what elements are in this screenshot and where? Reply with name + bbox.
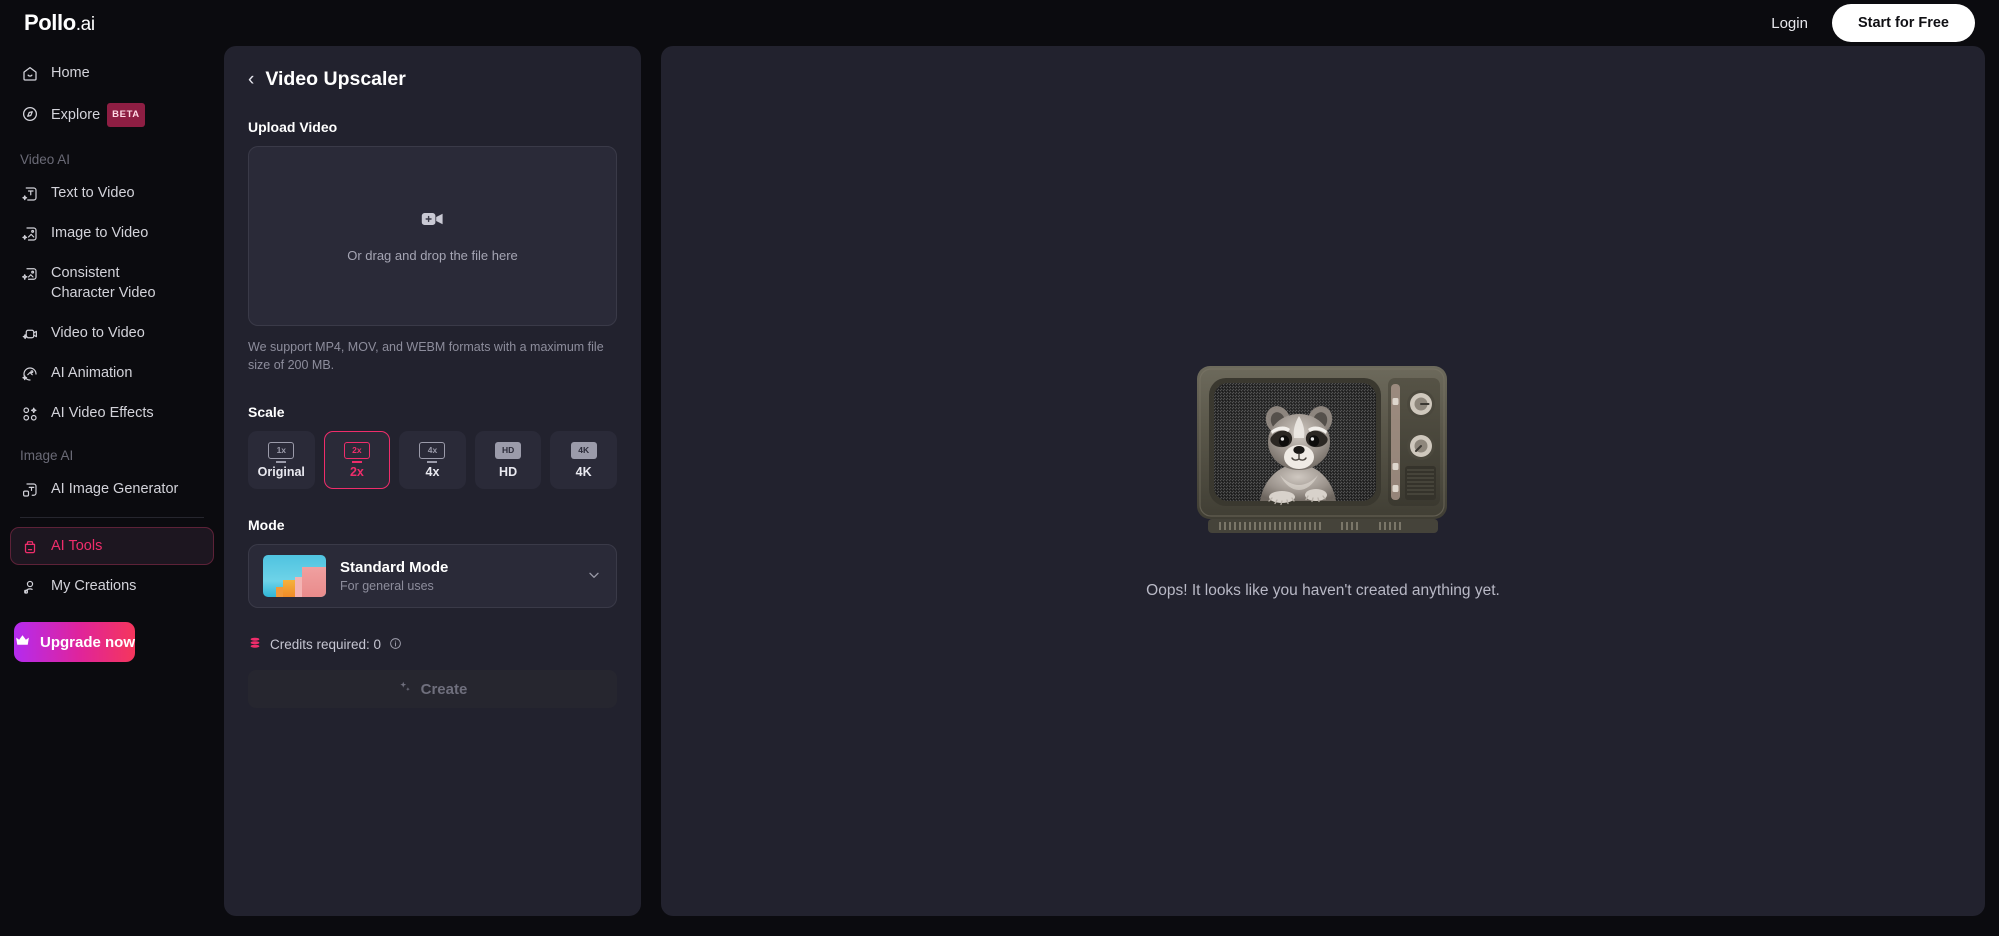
retro-tv-raccoon-illustration bbox=[1197, 366, 1447, 533]
upgrade-now-label: Upgrade now bbox=[40, 633, 136, 651]
sidebar-item-label: Home bbox=[51, 65, 90, 81]
app-logo[interactable]: Pollo.ai bbox=[24, 10, 95, 36]
scale-options: 1x Original 2x 2x 4x 4x HD HD 4K 4K bbox=[248, 431, 617, 489]
empty-state-text: Oops! It looks like you haven't created … bbox=[1146, 582, 1500, 599]
scale-option-4x[interactable]: 4x 4x bbox=[399, 431, 466, 489]
sidebar-section-image-ai: Image AI bbox=[20, 448, 74, 463]
logo-suffix: .ai bbox=[75, 14, 95, 35]
credits-row: Credits required: 0 bbox=[248, 636, 617, 653]
scale-option-2x[interactable]: 2x 2x bbox=[323, 431, 391, 489]
sidebar-item-label: Consistent bbox=[51, 265, 120, 281]
sidebar-item-ai-animation[interactable]: AI Animation bbox=[10, 354, 214, 392]
scale-option-original[interactable]: 1x Original bbox=[248, 431, 315, 489]
video-upscaler-panel: ‹ Video Upscaler Upload Video Or drag an… bbox=[224, 46, 641, 916]
mode-thumbnail bbox=[263, 555, 326, 597]
text-to-video-icon bbox=[20, 184, 39, 203]
scale-badge-icon: 4K bbox=[570, 441, 597, 459]
mode-section: Mode Standard Mode For general uses bbox=[248, 517, 617, 608]
compass-icon bbox=[20, 104, 39, 123]
create-button[interactable]: Create bbox=[248, 670, 617, 708]
scale-badge-icon: HD bbox=[495, 441, 522, 459]
sidebar-item-label: AI Image Generator bbox=[51, 481, 179, 497]
scale-option-label: 2x bbox=[349, 464, 364, 479]
consistent-character-icon bbox=[20, 264, 39, 283]
logo-main: Pollo bbox=[24, 10, 76, 35]
sidebar-item-label-line2: Character Video bbox=[51, 285, 156, 301]
sidebar-item-ai-video-effects[interactable]: AI Video Effects bbox=[10, 394, 214, 432]
chevron-down-icon[interactable] bbox=[586, 567, 602, 586]
info-icon[interactable] bbox=[389, 637, 402, 653]
sidebar-item-consistent-character-video[interactable]: Consistent Character Video bbox=[10, 254, 214, 312]
sidebar-item-my-creations[interactable]: My Creations bbox=[10, 567, 214, 605]
mode-select[interactable]: Standard Mode For general uses bbox=[248, 544, 617, 608]
upload-video-label: Upload Video bbox=[248, 119, 338, 135]
scale-option-hd[interactable]: HD HD bbox=[474, 431, 542, 489]
start-for-free-button[interactable]: Start for Free bbox=[1831, 4, 1975, 42]
credits-text: Credits required: 0 bbox=[270, 637, 382, 652]
login-link[interactable]: Login bbox=[1771, 15, 1808, 32]
ai-animation-icon bbox=[20, 364, 39, 383]
video-plus-icon bbox=[421, 209, 445, 234]
sidebar-item-explore[interactable]: Explore BETA bbox=[10, 94, 214, 136]
dropzone-hint: Or drag and drop the file here bbox=[347, 248, 518, 263]
beta-badge: BETA bbox=[107, 103, 145, 127]
scale-option-4k[interactable]: 4K 4K bbox=[550, 431, 617, 489]
sidebar-item-video-to-video[interactable]: Video to Video bbox=[10, 314, 214, 352]
scale-label: Scale bbox=[248, 404, 285, 420]
sidebar-item-ai-image-generator[interactable]: AI Image Generator bbox=[10, 470, 214, 508]
result-canvas: Oops! It looks like you haven't created … bbox=[661, 46, 1985, 916]
scale-badge-icon: 1x bbox=[268, 441, 295, 459]
sidebar-item-label: My Creations bbox=[51, 578, 137, 594]
mode-label: Mode bbox=[248, 517, 285, 533]
scale-option-label: 4x bbox=[425, 464, 440, 479]
ai-tools-icon bbox=[20, 537, 39, 556]
image-to-video-icon bbox=[20, 224, 39, 243]
page-title: Video Upscaler bbox=[265, 68, 406, 90]
sidebar-section-video-ai: Video AI bbox=[20, 152, 71, 167]
sparkle-icon bbox=[398, 680, 412, 698]
sidebar-item-label: Video to Video bbox=[51, 325, 145, 341]
chevron-left-icon[interactable]: ‹ bbox=[248, 70, 254, 89]
panel-header: ‹ Video Upscaler bbox=[248, 68, 617, 91]
upload-format-note: We support MP4, MOV, and WEBM formats wi… bbox=[248, 340, 604, 372]
sidebar-item-home[interactable]: Home bbox=[10, 54, 214, 92]
ai-image-generator-icon bbox=[20, 480, 39, 499]
sidebar-item-text-to-video[interactable]: Text to Video bbox=[10, 174, 214, 212]
user-icon bbox=[20, 577, 39, 596]
home-icon bbox=[20, 64, 39, 83]
top-bar: Pollo.ai Login Start for Free bbox=[0, 0, 1999, 46]
upload-dropzone[interactable]: Or drag and drop the file here bbox=[248, 146, 617, 326]
scale-option-label: 4K bbox=[575, 464, 592, 479]
mode-selected-title: Standard Mode bbox=[340, 559, 449, 576]
coins-icon bbox=[248, 636, 262, 653]
sidebar-item-label: AI Animation bbox=[51, 365, 133, 381]
create-button-label: Create bbox=[420, 680, 468, 698]
top-bar-actions: Login Start for Free bbox=[1771, 4, 1975, 42]
sidebar-item-label: Image to Video bbox=[51, 225, 149, 241]
scale-option-label: HD bbox=[499, 464, 518, 479]
sidebar-item-label: Explore bbox=[51, 107, 101, 123]
sidebar: Home Explore BETA Video AI Text to Video bbox=[0, 46, 224, 936]
sidebar-item-label: AI Video Effects bbox=[51, 405, 154, 421]
ai-video-effects-icon bbox=[20, 404, 39, 423]
crown-icon bbox=[14, 632, 31, 653]
sidebar-item-label: Text to Video bbox=[51, 185, 135, 201]
sidebar-item-image-to-video[interactable]: Image to Video bbox=[10, 214, 214, 252]
video-to-video-icon bbox=[20, 324, 39, 343]
scale-section: Scale 1x Original 2x 2x 4x 4x HD HD 4K 4… bbox=[248, 404, 617, 489]
scale-badge-icon: 2x bbox=[343, 441, 370, 459]
sidebar-item-label: AI Tools bbox=[51, 538, 103, 554]
sidebar-divider bbox=[20, 517, 204, 518]
scale-badge-icon: 4x bbox=[419, 441, 446, 459]
upgrade-now-button[interactable]: Upgrade now bbox=[14, 622, 136, 662]
sidebar-item-ai-tools[interactable]: AI Tools bbox=[10, 527, 214, 565]
scale-option-label: Original bbox=[257, 464, 305, 479]
mode-selected-desc: For general uses bbox=[340, 579, 434, 593]
